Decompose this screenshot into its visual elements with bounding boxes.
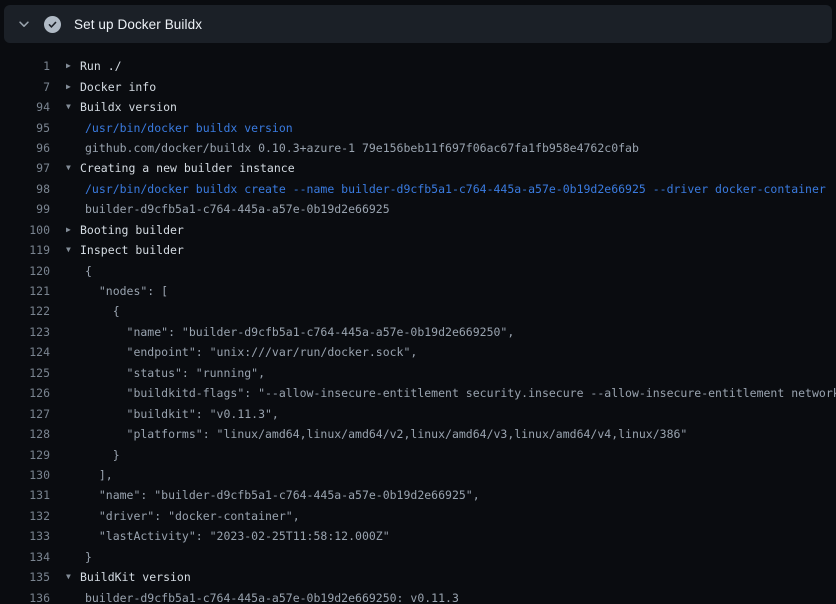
line-number[interactable]: 126 [0,386,50,400]
log-line-text: ], [85,468,113,482]
line-number[interactable]: 135 [0,570,50,584]
log-line: 121 "nodes": [ [0,281,836,301]
step-title: Set up Docker Buildx [74,17,202,32]
log-line: 128 "platforms": "linux/amd64,linux/amd6… [0,424,836,444]
line-number[interactable]: 133 [0,529,50,543]
line-number[interactable]: 121 [0,284,50,298]
log-line: 122 { [0,301,836,321]
step-header[interactable]: Set up Docker Buildx [4,5,832,43]
line-number[interactable]: 97 [0,161,50,175]
log-line: 132 "driver": "docker-container", [0,506,836,526]
log-line-text: github.com/docker/buildx 0.10.3+azure-1 … [85,141,639,155]
log-line: 125 "status": "running", [0,363,836,383]
log-line-text: } [85,550,92,564]
log-line: 123 "name": "builder-d9cfb5a1-c764-445a-… [0,322,836,342]
group-expanded-icon: ▼ [66,573,80,581]
log-line-text: "driver": "docker-container", [85,509,300,523]
log-line-text: "name": "builder-d9cfb5a1-c764-445a-a57e… [85,325,514,339]
line-number[interactable]: 120 [0,264,50,278]
log-line: 96 github.com/docker/buildx 0.10.3+azure… [0,138,836,158]
log-line-text: BuildKit version [80,570,191,584]
line-number[interactable]: 130 [0,468,50,482]
log-line-text: Run ./ [80,59,122,73]
log-line-text: builder-d9cfb5a1-c764-445a-a57e-0b19d2e6… [85,202,390,216]
line-number[interactable]: 125 [0,366,50,380]
log-line-text: { [85,304,120,318]
log-line: 134 } [0,547,836,567]
log-line[interactable]: 94 ▼ Buildx version [0,97,836,117]
log-line-text: "buildkit": "v0.11.3", [85,407,279,421]
line-number[interactable]: 127 [0,407,50,421]
log-line-text: "endpoint": "unix:///var/run/docker.sock… [85,345,417,359]
log-line: 120 { [0,260,836,280]
line-number[interactable]: 132 [0,509,50,523]
line-number[interactable]: 94 [0,100,50,114]
log-line-text: builder-d9cfb5a1-c764-445a-a57e-0b19d2e6… [85,591,459,604]
group-collapsed-icon: ▶ [66,62,80,70]
line-number[interactable]: 98 [0,182,50,196]
log-line-text: "nodes": [ [85,284,168,298]
log-line-text: Docker info [80,80,156,94]
log-line-text: Booting builder [80,223,184,237]
line-number[interactable]: 1 [0,59,50,73]
log-line: 126 "buildkitd-flags": "--allow-insecure… [0,383,836,403]
log-line: 99 builder-d9cfb5a1-c764-445a-a57e-0b19d… [0,199,836,219]
line-number[interactable]: 129 [0,448,50,462]
log-line[interactable]: 135 ▼ BuildKit version [0,567,836,587]
line-number[interactable]: 131 [0,488,50,502]
log-line-text: "buildkitd-flags": "--allow-insecure-ent… [85,386,836,400]
log-line-text: Inspect builder [80,243,184,257]
group-collapsed-icon: ▶ [66,83,80,91]
chevron-down-icon[interactable] [16,16,32,32]
log-line-text: /usr/bin/docker buildx version [85,121,293,135]
log-line-text: "name": "builder-d9cfb5a1-c764-445a-a57e… [85,488,480,502]
log-container: 1 ▶ Run ./ 7 ▶ Docker info 94 ▼ Buildx v… [0,43,836,604]
line-number[interactable]: 95 [0,121,50,135]
log-line[interactable]: 97 ▼ Creating a new builder instance [0,158,836,178]
log-line-text: "platforms": "linux/amd64,linux/amd64/v2… [85,427,687,441]
line-number[interactable]: 100 [0,223,50,237]
line-number[interactable]: 128 [0,427,50,441]
log-line[interactable]: 1 ▶ Run ./ [0,56,836,76]
log-line: 124 "endpoint": "unix:///var/run/docker.… [0,342,836,362]
log-line-text: { [85,264,92,278]
log-line-text: /usr/bin/docker buildx create --name bui… [85,182,826,196]
line-number[interactable]: 123 [0,325,50,339]
log-line: 98 /usr/bin/docker buildx create --name … [0,179,836,199]
log-line-text: "lastActivity": "2023-02-25T11:58:12.000… [85,529,390,543]
log-line: 95 /usr/bin/docker buildx version [0,117,836,137]
log-line-text: Buildx version [80,100,177,114]
log-line-text: } [85,448,120,462]
log-line: 130 ], [0,465,836,485]
log-line[interactable]: 100 ▶ Booting builder [0,220,836,240]
line-number[interactable]: 99 [0,202,50,216]
group-expanded-icon: ▼ [66,103,80,111]
log-line: 127 "buildkit": "v0.11.3", [0,403,836,423]
log-line: 133 "lastActivity": "2023-02-25T11:58:12… [0,526,836,546]
line-number[interactable]: 7 [0,80,50,94]
group-expanded-icon: ▼ [66,164,80,172]
line-number[interactable]: 136 [0,591,50,604]
log-line[interactable]: 119 ▼ Inspect builder [0,240,836,260]
line-number[interactable]: 96 [0,141,50,155]
line-number[interactable]: 134 [0,550,50,564]
line-number[interactable]: 124 [0,345,50,359]
line-number[interactable]: 119 [0,243,50,257]
log-line: 136 builder-d9cfb5a1-c764-445a-a57e-0b19… [0,587,836,604]
line-number[interactable]: 122 [0,304,50,318]
log-line[interactable]: 7 ▶ Docker info [0,76,836,96]
log-line: 129 } [0,444,836,464]
check-circle-icon [44,16,61,33]
log-line-text: "status": "running", [85,366,265,380]
log-line: 131 "name": "builder-d9cfb5a1-c764-445a-… [0,485,836,505]
log-line-text: Creating a new builder instance [80,161,295,175]
group-collapsed-icon: ▶ [66,226,80,234]
group-expanded-icon: ▼ [66,246,80,254]
